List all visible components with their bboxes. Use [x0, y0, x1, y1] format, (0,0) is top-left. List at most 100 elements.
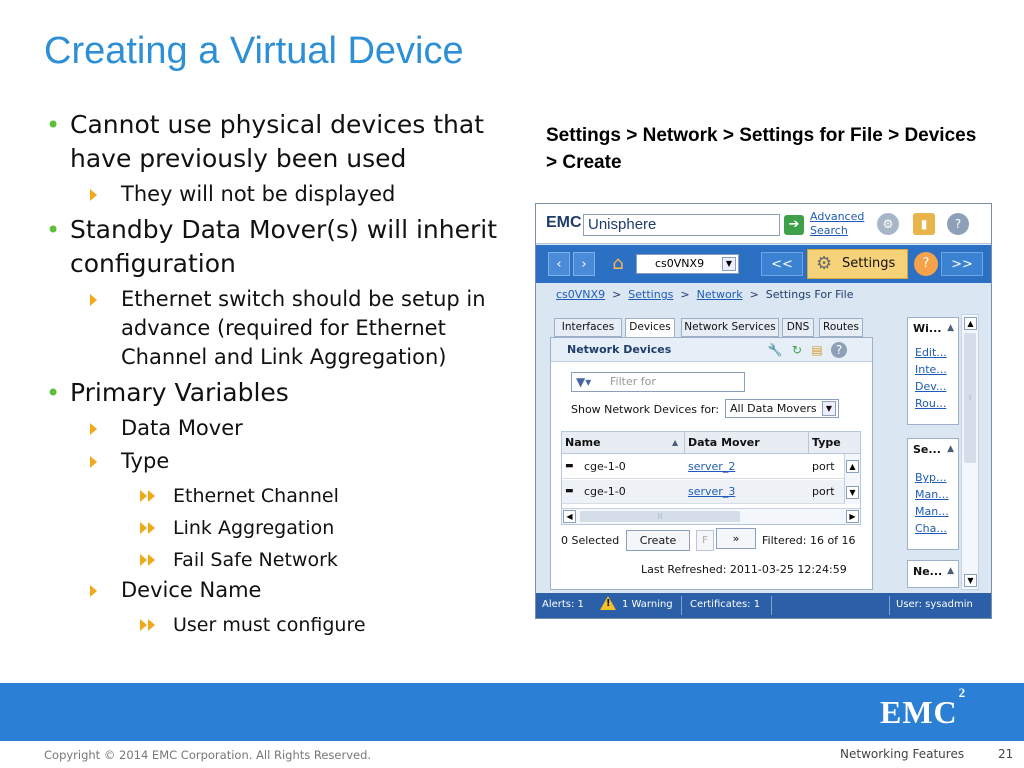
advanced-search-link[interactable]: Advanced Search	[810, 210, 864, 238]
unisphere-screenshot: EMC Unisphere ➔ Advanced Search ⚙ ▮ ? ‹ ›…	[535, 203, 992, 619]
network-header[interactable]: Ne...	[913, 565, 942, 578]
status-bar: Alerts: 1 ! 1 Warning Certificates: 1 Us…	[536, 593, 991, 618]
side-link[interactable]: Edit...	[915, 346, 947, 359]
breadcrumb-system[interactable]: cs0VNX9	[556, 288, 605, 301]
create-button[interactable]: Create	[626, 530, 690, 551]
certificates-count[interactable]: Certificates: 1	[690, 599, 760, 610]
chevron-up-icon[interactable]: ▲	[947, 323, 954, 333]
device-icon: ▬	[565, 461, 574, 471]
go-arrow-icon[interactable]: ➔	[784, 215, 804, 235]
cell-type: port	[812, 485, 835, 498]
column-header-type[interactable]: Type	[812, 436, 841, 449]
wrench-icon[interactable]: 🔧	[767, 342, 783, 358]
filter-input[interactable]: ▼▾ Filter for	[571, 372, 745, 392]
arrow-bullet-icon	[90, 456, 97, 468]
filter-funnel-icon: ▼▾	[576, 375, 592, 389]
side-link[interactable]: Cha...	[915, 522, 947, 535]
breadcrumb-current: Settings For File	[765, 288, 854, 301]
help-nav-icon[interactable]: ?	[914, 252, 938, 276]
show-devices-value: All Data Movers	[730, 402, 817, 415]
forward-button[interactable]: ›	[573, 252, 595, 276]
table-vertical-scrollbar[interactable]: ▲ ▼	[844, 454, 860, 504]
advanced-search-line1: Advanced	[810, 210, 865, 223]
system-select[interactable]: cs0VNX9 ▼	[636, 254, 739, 274]
scroll-thumb[interactable]: ⁝	[964, 333, 976, 463]
nav-next-button[interactable]: >>	[941, 252, 983, 276]
side-link[interactable]: Byp...	[915, 471, 947, 484]
navigation-path-caption: Settings > Network > Settings for File >…	[546, 125, 977, 173]
bullet-dot-icon: •	[46, 379, 61, 407]
side-link[interactable]: Inte...	[915, 363, 947, 376]
bullet-text: User must configure	[173, 614, 366, 636]
table-row[interactable]: ▬ cge-1-0 server_3 port	[562, 480, 844, 504]
nav-prev-button[interactable]: <<	[761, 252, 803, 276]
side-link[interactable]: Man...	[915, 488, 949, 501]
arrow-bullet-icon	[90, 294, 97, 306]
tab-devices[interactable]: Devices	[625, 318, 675, 338]
export-icon[interactable]: ▤	[809, 342, 825, 358]
cell-data-mover-link[interactable]: server_2	[688, 460, 735, 473]
bullet-text: Type	[121, 449, 170, 473]
unisphere-search-field[interactable]: Unisphere	[583, 214, 780, 236]
scroll-thumb[interactable]: ⁝⁝	[580, 511, 740, 522]
arrow-bullet-icon	[90, 585, 97, 597]
tab-interfaces[interactable]: Interfaces	[554, 318, 622, 337]
scroll-down-icon[interactable]: ▼	[846, 486, 859, 499]
column-header-name[interactable]: Name	[565, 436, 601, 449]
advanced-search-line2: Search	[810, 224, 848, 237]
device-icon: ▬	[565, 486, 574, 496]
logo-superscript: 2	[958, 685, 967, 701]
tasks-sidebar: Wi... ▲ Edit... Inte... Dev... Rou... Se…	[883, 314, 991, 590]
show-devices-select[interactable]: All Data Movers ▼	[725, 399, 839, 418]
panel-help-icon[interactable]: ?	[831, 342, 847, 358]
bullet-text: Cannot use physical devices that have pr…	[70, 110, 485, 173]
section-name: Networking Features	[840, 747, 965, 761]
alerts-count[interactable]: Alerts: 1	[542, 599, 584, 610]
side-link[interactable]: Rou...	[915, 397, 946, 410]
scroll-up-icon[interactable]: ▲	[964, 317, 977, 330]
chevron-up-icon[interactable]: ▲	[947, 566, 954, 576]
tab-dns[interactable]: DNS	[782, 318, 814, 337]
settings-header[interactable]: Se...	[913, 443, 941, 456]
disabled-action-button[interactable]: F	[696, 530, 714, 551]
help-icon[interactable]: ?	[947, 213, 969, 235]
settings-tab[interactable]: ⚙ Settings	[807, 249, 908, 279]
cell-data-mover-link[interactable]: server_3	[688, 485, 735, 498]
bullet-text: Primary Variables	[70, 378, 289, 407]
warning-count[interactable]: 1 Warning	[622, 599, 673, 610]
more-actions-button[interactable]: »	[716, 528, 756, 549]
bullet-level1: • Primary Variables	[44, 376, 514, 410]
bullet-level2: Device Name	[44, 576, 514, 605]
tab-network-services[interactable]: Network Services	[681, 318, 779, 337]
side-link[interactable]: Man...	[915, 505, 949, 518]
filtered-count: Filtered: 16 of 16	[762, 534, 856, 547]
breadcrumb-network[interactable]: Network	[697, 288, 743, 301]
wizards-header[interactable]: Wi...	[913, 322, 941, 335]
panel-header: Network Devices 🔧 ↻ ▤ ?	[551, 338, 872, 362]
table-horizontal-scrollbar[interactable]: ◀ ⁝⁝ ▶	[562, 508, 860, 524]
bullet-level3: Link Aggregation	[44, 512, 514, 544]
bullet-list: • Cannot use physical devices that have p…	[44, 108, 514, 641]
chevron-up-icon[interactable]: ▲	[947, 444, 954, 454]
filter-placeholder: Filter for	[610, 375, 656, 388]
scroll-right-icon[interactable]: ▶	[846, 510, 859, 523]
scroll-down-icon[interactable]: ▼	[964, 574, 977, 587]
home-icon[interactable]: ⌂	[608, 253, 628, 275]
table-row[interactable]: ▬ cge-1-0 server_2 port	[562, 455, 844, 479]
scroll-up-icon[interactable]: ▲	[846, 460, 859, 473]
sidebar-scrollbar[interactable]: ▲ ⁝ ▼	[961, 314, 979, 590]
refresh-icon[interactable]: ↻	[789, 342, 805, 358]
system-gear-icon[interactable]: ⚙	[877, 213, 899, 235]
back-button[interactable]: ‹	[548, 252, 570, 276]
scroll-left-icon[interactable]: ◀	[563, 510, 576, 523]
bookmark-icon[interactable]: ▮	[913, 213, 935, 235]
column-header-data-mover[interactable]: Data Mover	[688, 436, 760, 449]
bullet-text: Ethernet Channel	[173, 485, 339, 507]
footer-bar: EMC2	[0, 683, 1024, 741]
side-link[interactable]: Dev...	[915, 380, 946, 393]
bullet-text: Link Aggregation	[173, 517, 335, 539]
double-arrow-bullet-icon	[140, 619, 160, 633]
tab-routes[interactable]: Routes	[819, 318, 863, 337]
breadcrumb-settings[interactable]: Settings	[628, 288, 673, 301]
bullet-text: Data Mover	[121, 416, 243, 440]
